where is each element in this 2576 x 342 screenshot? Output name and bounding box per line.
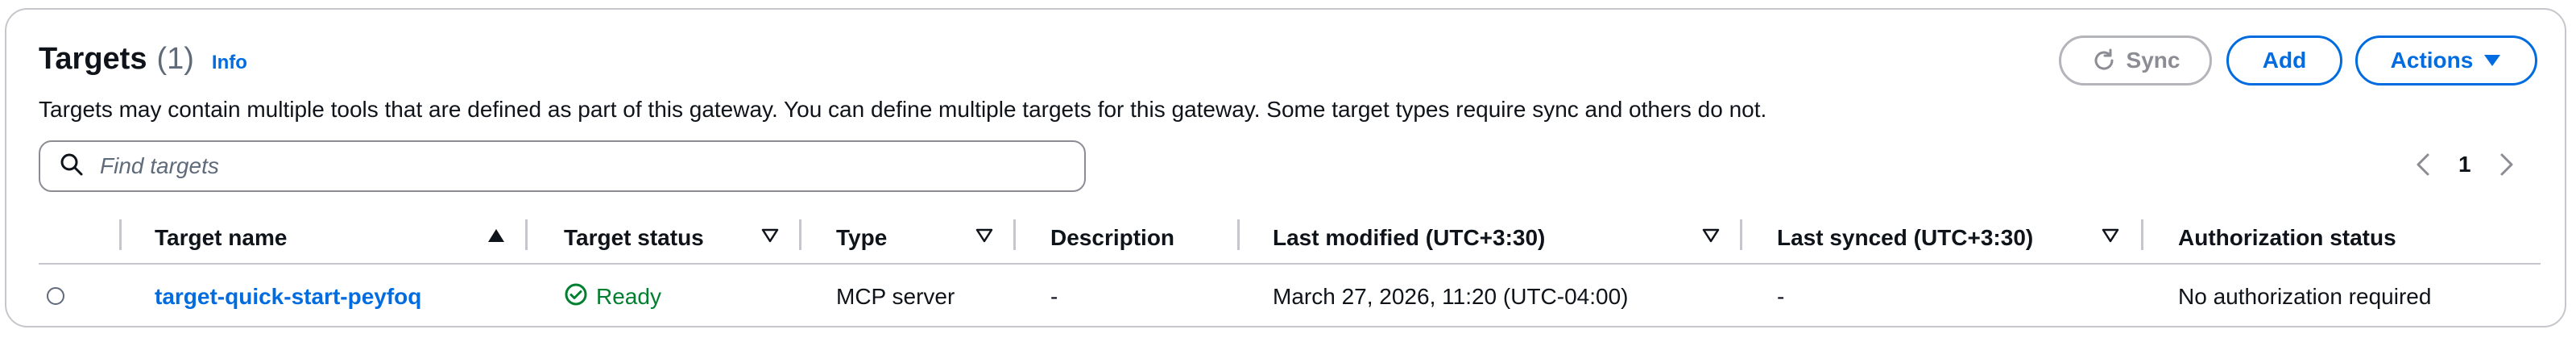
chevron-right-icon[interactable] <box>2499 152 2515 177</box>
add-button[interactable]: Add <box>2226 35 2342 86</box>
targets-panel: Targets (1) Info Targets may contain mul… <box>5 8 2566 327</box>
target-status: Ready <box>564 266 661 327</box>
search-field[interactable] <box>39 140 1086 192</box>
column-divider[interactable] <box>2141 219 2143 250</box>
pagination: 1 <box>2415 152 2515 177</box>
sync-icon <box>2091 48 2117 73</box>
column-header-authorization-status: Authorization status <box>2178 225 2396 250</box>
column-header-type[interactable]: Type <box>836 215 887 261</box>
column-divider[interactable] <box>1237 219 1240 250</box>
search-input[interactable] <box>98 152 988 180</box>
sort-ascending-icon[interactable] <box>487 227 506 248</box>
target-description: - <box>1050 284 1058 309</box>
add-label: Add <box>2262 48 2307 73</box>
targets-count: (1) <box>156 42 194 76</box>
table-row[interactable]: target-quick-start-peyfoq Ready MCP serv… <box>39 266 2541 327</box>
row-select-radio[interactable] <box>47 287 64 305</box>
column-divider[interactable] <box>119 219 122 250</box>
chevron-left-icon[interactable] <box>2415 152 2431 177</box>
column-divider[interactable] <box>799 219 801 250</box>
sort-icon[interactable] <box>975 227 994 248</box>
sync-button[interactable]: Sync <box>2059 35 2212 86</box>
actions-label: Actions <box>2390 48 2474 73</box>
target-name-link[interactable]: target-quick-start-peyfoq <box>155 266 421 327</box>
table-header: Target name Target status Type Descripti… <box>39 215 2541 265</box>
target-type: MCP server <box>836 284 955 309</box>
column-header-last-modified[interactable]: Last modified (UTC+3:30) <box>1273 215 1545 261</box>
column-header-target-status[interactable]: Target status <box>564 215 704 261</box>
sync-label: Sync <box>2126 48 2180 73</box>
info-link[interactable]: Info <box>212 52 247 74</box>
panel-description: Targets may contain multiple tools that … <box>39 97 1767 122</box>
status-text: Ready <box>596 284 661 309</box>
caret-down-icon <box>2483 53 2502 68</box>
panel-title: Targets <box>39 42 147 76</box>
target-authorization-status: No authorization required <box>2178 284 2432 309</box>
actions-button[interactable]: Actions <box>2355 35 2537 86</box>
target-last-modified: March 27, 2026, 11:20 (UTC-04:00) <box>1273 284 1629 309</box>
search-icon <box>60 152 84 181</box>
current-page[interactable]: 1 <box>2458 152 2471 177</box>
column-divider[interactable] <box>1013 219 1016 250</box>
sort-icon[interactable] <box>760 227 780 248</box>
panel-header: Targets (1) Info <box>39 42 247 77</box>
column-header-last-synced[interactable]: Last synced (UTC+3:30) <box>1777 215 2033 261</box>
sort-icon[interactable] <box>2101 227 2120 248</box>
check-circle-icon <box>564 282 588 312</box>
column-header-target-name[interactable]: Target name <box>155 215 287 261</box>
column-header-description: Description <box>1050 225 1175 250</box>
column-divider[interactable] <box>525 219 528 250</box>
target-last-synced: - <box>1777 284 1785 309</box>
sort-icon[interactable] <box>1701 227 1721 248</box>
column-divider[interactable] <box>1740 219 1742 250</box>
